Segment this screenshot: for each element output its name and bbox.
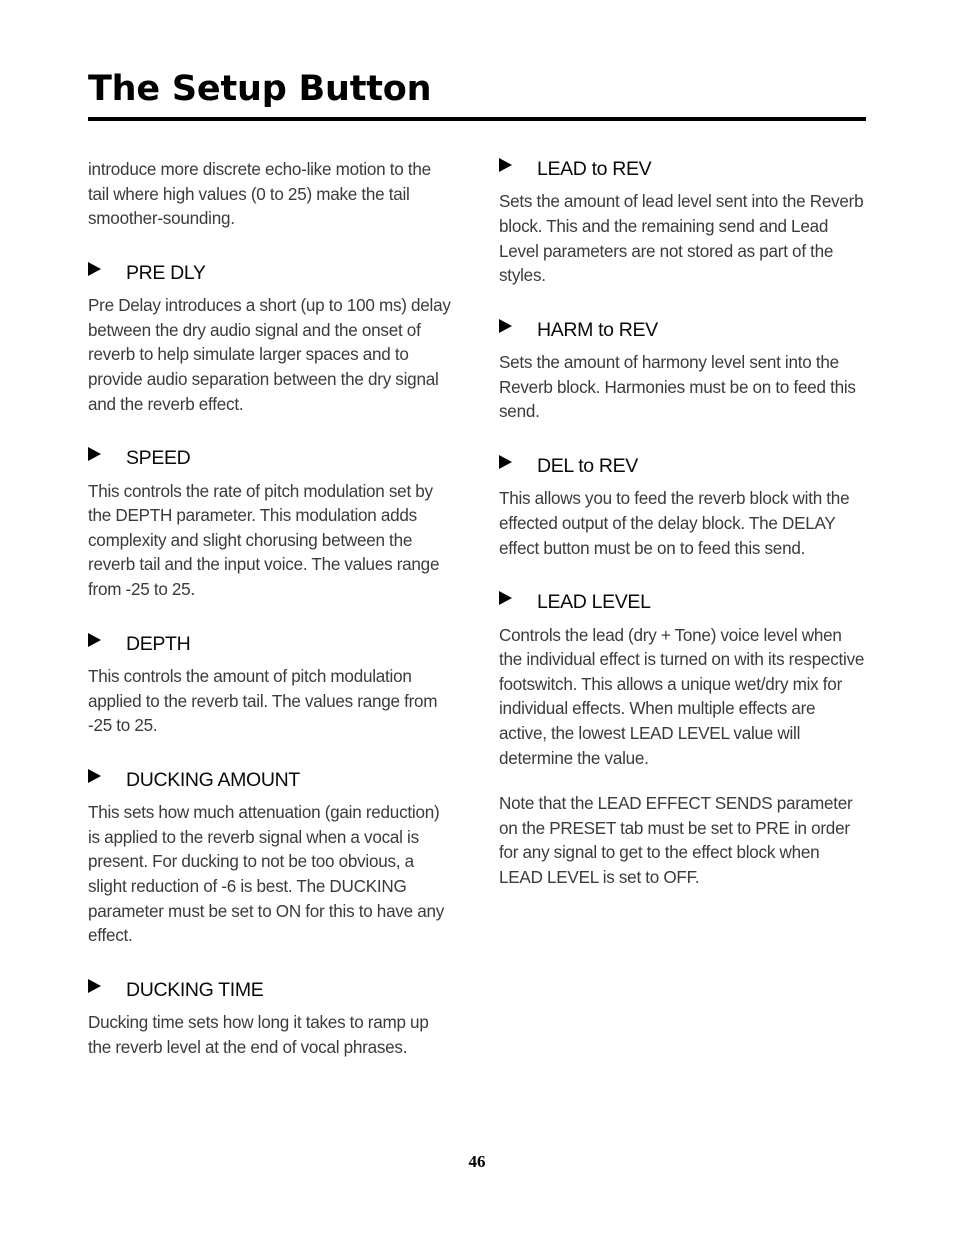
section-heading-ducking-time: DUCKING TIME bbox=[88, 978, 455, 1001]
section-title-text: SPEED bbox=[126, 447, 191, 470]
page-title: The Setup Button bbox=[88, 69, 432, 109]
section-title-text: DUCKING TIME bbox=[126, 978, 264, 1001]
section-paragraph: This sets how much attenuation (gain red… bbox=[88, 803, 445, 946]
section-heading-ducking-amount: DUCKING AMOUNT bbox=[88, 768, 455, 791]
section-paragraph: Sets the amount of lead level sent into … bbox=[499, 192, 864, 286]
triangle-right-icon bbox=[499, 591, 513, 606]
page-header: The Setup Button bbox=[88, 69, 866, 122]
triangle-right-icon bbox=[499, 455, 513, 469]
section-title-text: LEAD LEVEL bbox=[537, 591, 651, 614]
page-number: 46 bbox=[468, 1152, 486, 1171]
triangle-right-icon bbox=[88, 447, 102, 462]
section-paragraph: Pre Delay introduces a short (up to 100 … bbox=[88, 296, 451, 414]
section-title-text: DEL to REV bbox=[537, 455, 638, 477]
section-paragraph: This controls the amount of pitch modula… bbox=[88, 666, 438, 736]
title-divider bbox=[88, 117, 866, 122]
section-heading-harm-to-rev: HARM to REV bbox=[499, 318, 866, 341]
section-title-text: DUCKING AMOUNT bbox=[126, 768, 300, 791]
section-heading-del-to-rev: DEL to REV bbox=[499, 455, 866, 477]
triangle-right-icon bbox=[88, 261, 102, 276]
intro-paragraph: introduce more discrete echo-like motion… bbox=[88, 160, 431, 229]
left-column: introduce more discrete echo-like motion… bbox=[88, 158, 455, 1060]
triangle-right-icon bbox=[499, 318, 513, 333]
section-title-text: PRE DLY bbox=[126, 261, 206, 284]
section-paragraph: Note that the LEAD EFFECT SENDS paramete… bbox=[499, 794, 853, 887]
right-column: LEAD to REV Sets the amount of lead leve… bbox=[499, 158, 866, 891]
triangle-right-icon bbox=[499, 158, 513, 172]
section-paragraph: This controls the rate of pitch modulati… bbox=[88, 481, 440, 599]
section-heading-lead-to-rev: LEAD to REV bbox=[499, 158, 866, 180]
section-paragraph: This allows you to feed the reverb block… bbox=[499, 489, 850, 558]
section-heading-lead-level: LEAD LEVEL bbox=[499, 591, 866, 613]
section-title-text: DEPTH bbox=[126, 632, 191, 655]
section-paragraph: Ducking time sets how long it takes to r… bbox=[88, 1013, 429, 1057]
two-column-body: introduce more discrete echo-like motion… bbox=[88, 158, 866, 1060]
triangle-right-icon bbox=[88, 978, 102, 993]
section-title-text: HARM to REV bbox=[537, 318, 658, 341]
triangle-right-icon bbox=[88, 632, 102, 647]
triangle-right-icon bbox=[88, 768, 102, 783]
section-heading-speed: SPEED bbox=[88, 447, 455, 469]
manual-page: The Setup Button introduce more discrete… bbox=[0, 0, 954, 1235]
section-paragraph: Controls the lead (dry + Tone) voice lev… bbox=[499, 625, 865, 768]
section-heading-depth: DEPTH bbox=[88, 632, 455, 655]
section-heading-pre-dly: PRE DLY bbox=[88, 261, 455, 284]
section-paragraph: Sets the amount of harmony level sent in… bbox=[499, 353, 856, 422]
section-title-text: LEAD to REV bbox=[537, 158, 652, 180]
